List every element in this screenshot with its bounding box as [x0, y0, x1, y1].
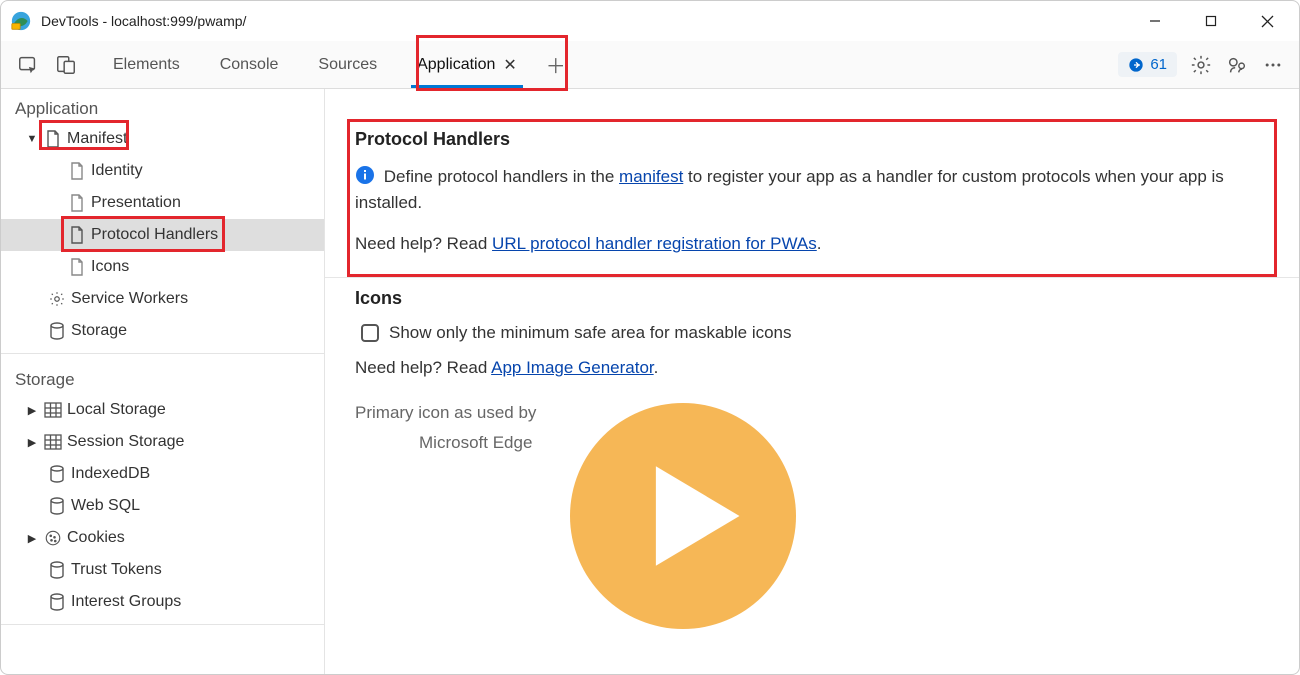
database-icon	[47, 496, 67, 516]
devtools-app-icon	[11, 11, 31, 31]
cookie-icon	[43, 528, 63, 548]
sidebar-item-presentation[interactable]: Presentation	[1, 187, 324, 219]
close-button[interactable]	[1239, 2, 1295, 40]
device-toggle-icon[interactable]	[47, 46, 85, 84]
gear-icon	[47, 289, 67, 309]
grid-icon	[43, 432, 63, 452]
close-tab-icon[interactable]: ✕	[503, 55, 516, 75]
protocol-handlers-heading: Protocol Handlers	[355, 129, 1269, 150]
tab-console[interactable]: Console	[200, 41, 299, 88]
tab-sources[interactable]: Sources	[298, 41, 397, 88]
caret-right-icon: ▶	[25, 436, 39, 449]
sidebar-item-identity[interactable]: Identity	[1, 155, 324, 187]
icons-help-line: Need help? Read App Image Generator.	[355, 355, 1269, 381]
minimize-button[interactable]	[1127, 2, 1183, 40]
database-icon	[47, 560, 67, 580]
application-main-panel: Protocol Handlers Define protocol handle…	[325, 89, 1299, 674]
icons-heading: Icons	[355, 288, 1269, 309]
caret-right-icon: ▶	[25, 532, 39, 545]
sidebar-item-trust-tokens[interactable]: Trust Tokens	[1, 554, 324, 586]
info-icon	[355, 165, 375, 185]
issues-counter[interactable]: 61	[1118, 52, 1177, 77]
manifest-link[interactable]: manifest	[619, 167, 683, 186]
tab-application[interactable]: Application ✕	[397, 41, 537, 88]
devtools-tabstrip: Elements Console Sources Application ✕ ＋…	[1, 41, 1299, 89]
maximize-button[interactable]	[1183, 2, 1239, 40]
protocol-help-line: Need help? Read URL protocol handler reg…	[355, 231, 1269, 257]
sidebar-item-cookies[interactable]: ▶ Cookies	[1, 522, 324, 554]
grid-icon	[43, 400, 63, 420]
primary-icon-caption: Primary icon as used by	[355, 403, 536, 423]
add-tab-button[interactable]: ＋	[537, 46, 575, 84]
sidebar-item-indexeddb[interactable]: IndexedDB	[1, 458, 324, 490]
more-menu-icon[interactable]	[1255, 47, 1291, 83]
database-icon	[47, 592, 67, 612]
checkbox-icon[interactable]	[361, 324, 379, 342]
tab-elements[interactable]: Elements	[93, 41, 200, 88]
database-icon	[47, 321, 67, 341]
sidebar-item-web-sql[interactable]: Web SQL	[1, 490, 324, 522]
feedback-icon[interactable]	[1219, 47, 1255, 83]
titlebar: DevTools - localhost:999/pwamp/	[1, 1, 1299, 41]
protocol-help-link[interactable]: URL protocol handler registration for PW…	[492, 234, 817, 253]
document-icon	[43, 129, 63, 149]
settings-gear-icon[interactable]	[1183, 47, 1219, 83]
application-sidebar: Application ▼ Manifest Identity Presenta…	[1, 89, 325, 674]
sidebar-item-manifest[interactable]: ▼ Manifest	[1, 123, 324, 155]
maskable-checkbox-row[interactable]: Show only the minimum safe area for mask…	[361, 323, 1269, 343]
window-title: DevTools - localhost:999/pwamp/	[41, 13, 1127, 29]
document-icon	[67, 257, 87, 277]
sidebar-item-interest-groups[interactable]: Interest Groups	[1, 586, 324, 618]
protocol-handlers-info: Define protocol handlers in the manifest…	[355, 164, 1269, 217]
sidebar-item-icons[interactable]: Icons	[1, 251, 324, 283]
sidebar-item-protocol-handlers[interactable]: Protocol Handlers	[1, 219, 324, 251]
sidebar-section-application: Application	[1, 89, 324, 123]
sidebar-item-service-workers[interactable]: Service Workers	[1, 283, 324, 315]
sidebar-item-storage-app[interactable]: Storage	[1, 315, 324, 347]
caret-down-icon: ▼	[25, 133, 39, 145]
browser-name-caption: Microsoft Edge	[355, 433, 536, 453]
sidebar-section-storage: Storage	[1, 360, 324, 394]
sidebar-item-local-storage[interactable]: ▶ Local Storage	[1, 394, 324, 426]
app-primary-play-icon	[570, 403, 796, 629]
document-icon	[67, 225, 87, 245]
inspect-element-icon[interactable]	[9, 46, 47, 84]
app-image-generator-link[interactable]: App Image Generator	[491, 358, 654, 377]
database-icon	[47, 464, 67, 484]
sidebar-item-session-storage[interactable]: ▶ Session Storage	[1, 426, 324, 458]
document-icon	[67, 161, 87, 181]
document-icon	[67, 193, 87, 213]
caret-right-icon: ▶	[25, 404, 39, 417]
